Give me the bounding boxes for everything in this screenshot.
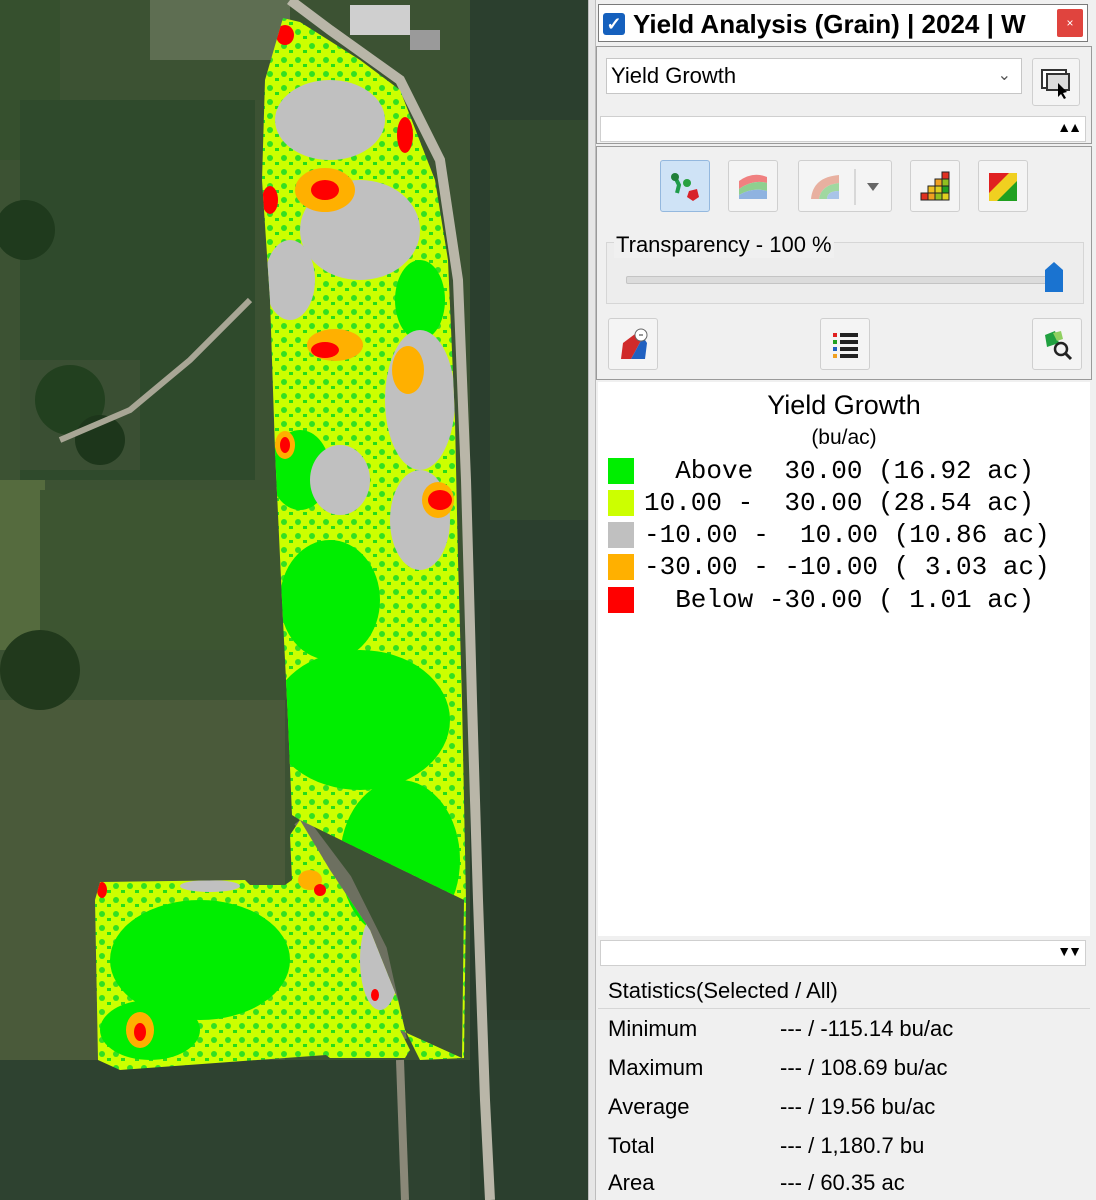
legend-swatch — [608, 587, 634, 613]
legend-swatch — [608, 490, 634, 516]
legend-panel: Yield Growth (bu/ac) Above 30.00 (16.92 … — [598, 382, 1090, 936]
legend-swatch — [608, 458, 634, 484]
collapse-bottom-bar[interactable]: ▼▼ — [600, 940, 1086, 966]
legend-unit: (bu/ac) — [811, 426, 877, 449]
panel-title-bar: ✓ Yield Analysis (Grain) | 2024 | W × — [598, 4, 1088, 42]
legend-swatch — [608, 554, 634, 580]
chevron-down-icon: ⌄ — [997, 67, 1011, 84]
legend-title: Yield Growth — [767, 390, 921, 420]
color-ramp-button[interactable] — [978, 160, 1028, 212]
swath-icon — [811, 169, 879, 205]
statistics-divider — [598, 1008, 1090, 1009]
stat-value: --- / 1,180.7 bu — [780, 1133, 925, 1158]
collapse-top-bar[interactable]: ▲▲ — [600, 116, 1086, 142]
select-on-map-icon — [1041, 69, 1070, 99]
expand-down-icon: ▼▼ — [1057, 943, 1082, 959]
statistics-panel: Statistics(Selected / All) Minimum --- /… — [598, 974, 1090, 1200]
surface-button[interactable] — [728, 160, 778, 212]
legend-item-label: 10.00 - 30.00 (28.54 ac) — [644, 488, 1035, 518]
points-polygon-icon — [671, 173, 699, 201]
yield-map[interactable] — [0, 0, 588, 1200]
stat-value: --- / 19.56 bu/ac — [780, 1094, 936, 1119]
points-polygon-button[interactable] — [660, 160, 710, 212]
panel-title: Yield Analysis (Grain) | 2024 | W — [633, 9, 1026, 39]
legend-swatch — [608, 522, 634, 548]
stat-label: Average — [608, 1094, 690, 1119]
stat-label: Minimum — [608, 1016, 698, 1041]
statistics-header: Statistics(Selected / All) — [608, 978, 838, 1003]
select-on-map-button[interactable] — [1032, 58, 1080, 106]
close-icon[interactable]: × — [1057, 9, 1083, 37]
histogram-button[interactable] — [910, 160, 960, 212]
color-ramp-icon — [989, 173, 1017, 201]
paint-layer-icon — [621, 328, 648, 359]
legend-list-icon — [833, 333, 858, 358]
transparency-label: Transparency - 100 % — [614, 232, 834, 258]
legend-list-button[interactable] — [820, 318, 870, 370]
yield-analysis-panel: ✓ Yield Analysis (Grain) | 2024 | W × Yi… — [596, 0, 1096, 1200]
legend-item-label: Below -30.00 ( 1.01 ac) — [644, 585, 1035, 615]
transparency-slider-track[interactable] — [626, 276, 1058, 284]
histogram-icon — [920, 171, 950, 201]
transparency-slider-thumb[interactable] — [1045, 262, 1063, 292]
panel-splitter[interactable] — [588, 0, 596, 1200]
collapse-up-icon: ▲▲ — [1057, 119, 1082, 135]
legend-item-label: -10.00 - 10.00 (10.86 ac) — [644, 520, 1050, 550]
zoom-field-button[interactable] — [1032, 318, 1082, 370]
map-canvas[interactable] — [0, 0, 588, 1200]
chevron-down-icon — [867, 183, 879, 191]
stat-value: --- / -115.14 bu/ac — [780, 1016, 954, 1041]
legend-item-label: -30.00 - -10.00 ( 3.03 ac) — [644, 552, 1050, 582]
surface-icon — [739, 174, 767, 199]
stat-label: Area — [608, 1170, 655, 1195]
paint-layer-button[interactable] — [608, 318, 658, 370]
swath-button[interactable] — [798, 160, 892, 212]
stat-label: Total — [608, 1133, 655, 1158]
zoom-field-icon — [1045, 331, 1073, 361]
legend-item-label: Above 30.00 (16.92 ac) — [644, 456, 1035, 486]
layer-visible-checkbox[interactable]: ✓ — [603, 13, 625, 35]
stat-label: Maximum — [608, 1055, 704, 1080]
layer-select-value: Yield Growth — [611, 63, 737, 88]
stat-value: --- / 60.35 ac — [780, 1170, 905, 1195]
stat-value: --- / 108.69 bu/ac — [780, 1055, 948, 1080]
layer-select-dropdown[interactable]: Yield Growth ⌄ — [606, 58, 1022, 94]
